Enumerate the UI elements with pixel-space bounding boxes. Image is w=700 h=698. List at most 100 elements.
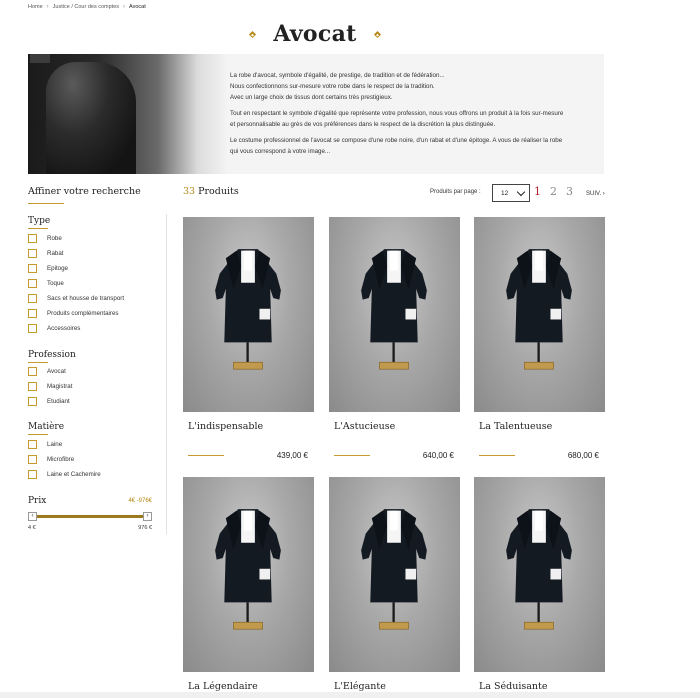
banner-description: La robe d'avocat, symbole d'égalité, de … xyxy=(230,70,590,162)
filter-option-avocat[interactable]: Avocat xyxy=(28,367,66,376)
filter-option-laine-cachemire[interactable]: Laine et Cachemire xyxy=(28,470,101,479)
checkbox[interactable] xyxy=(28,324,37,333)
product-card[interactable]: La Légendaire xyxy=(183,477,314,692)
page-link-3[interactable]: 3 xyxy=(566,185,573,198)
product-card[interactable]: L'Astucieuse 640,00 € xyxy=(329,217,460,460)
price-slider-labels: 4 € 976 € xyxy=(28,525,152,531)
filter-option-etudiant[interactable]: Etudiant xyxy=(28,397,70,406)
product-name[interactable]: La Talentueuse xyxy=(474,421,605,432)
product-count-number: 33 xyxy=(183,186,196,197)
filter-group-matiere: Matière xyxy=(28,422,65,432)
next-page-link[interactable]: SUIV. › xyxy=(586,191,605,197)
filter-option-accessoires[interactable]: Accessoires xyxy=(28,324,80,333)
product-price-row: 439,00 € xyxy=(183,451,314,460)
filter-title-underline xyxy=(28,203,64,204)
product-card[interactable]: La Séduisante xyxy=(474,477,605,692)
category-banner: La robe d'avocat, symbole d'égalité, de … xyxy=(28,54,604,174)
sidebar-divider xyxy=(166,214,167,534)
title-block: Avocat xyxy=(240,18,390,50)
gold-divider xyxy=(334,455,370,456)
page-bottom-edge xyxy=(0,692,700,698)
price-label: Prix xyxy=(28,496,47,506)
product-image[interactable] xyxy=(329,217,460,412)
robe-illustration xyxy=(215,249,281,370)
product-card[interactable]: L'indispensable 439,00 € xyxy=(183,217,314,460)
product-name[interactable]: L'Elégante xyxy=(329,681,460,692)
per-page-select[interactable]: 12 xyxy=(492,184,530,202)
product-price: 680,00 € xyxy=(567,451,599,460)
product-image[interactable] xyxy=(183,477,314,672)
product-image[interactable] xyxy=(329,477,460,672)
filter-option-rabat[interactable]: Rabat xyxy=(28,249,64,258)
filter-option-microfibre[interactable]: Microfibre xyxy=(28,455,74,464)
filter-option-magistrat[interactable]: Magistrat xyxy=(28,382,72,391)
breadcrumb-justice[interactable]: Justice / Cour des comptes xyxy=(53,4,119,10)
filter-sidebar: Affiner votre recherche Type Robe Rabat … xyxy=(28,186,158,531)
filter-option-sacs[interactable]: Sacs et housse de transport xyxy=(28,294,124,303)
breadcrumb-home[interactable]: Home xyxy=(28,4,43,10)
price-slider-max-handle[interactable]: › xyxy=(143,512,152,521)
banner-image xyxy=(28,54,228,174)
checkbox[interactable] xyxy=(28,279,37,288)
robe-collar xyxy=(46,62,136,174)
product-name[interactable]: L'Astucieuse xyxy=(329,421,460,432)
price-filter-header: Prix 4€ -976€ xyxy=(28,496,152,506)
page-title: Avocat xyxy=(273,21,357,47)
robe-illustration xyxy=(506,249,572,370)
price-min-label: 4 € xyxy=(28,525,36,531)
filter-option-produits[interactable]: Produits complémentaires xyxy=(28,309,119,318)
chevron-down-icon xyxy=(516,187,526,196)
chevron-right-icon: › xyxy=(123,4,126,10)
robe-illustration xyxy=(361,509,427,630)
filter-option-robe[interactable]: Robe xyxy=(28,234,62,243)
product-name[interactable]: L'indispensable xyxy=(183,421,314,432)
checkbox[interactable] xyxy=(28,440,37,449)
price-slider-min-handle[interactable]: ‹ xyxy=(28,512,37,521)
checkbox[interactable] xyxy=(28,294,37,303)
product-price-row: 640,00 € xyxy=(329,451,460,460)
product-count: 33 Produits xyxy=(183,186,239,197)
checkbox[interactable] xyxy=(28,397,37,406)
price-slider-track xyxy=(33,515,147,518)
gold-divider xyxy=(479,455,515,456)
breadcrumb-current: Avocat xyxy=(129,4,146,10)
product-price-row: 680,00 € xyxy=(474,451,605,460)
page-link-1[interactable]: 1 xyxy=(534,185,541,198)
checkbox[interactable] xyxy=(28,309,37,318)
filter-option-epitoge[interactable]: Epitoge xyxy=(28,264,68,273)
product-price: 439,00 € xyxy=(276,451,308,460)
product-card[interactable]: L'Elégante xyxy=(329,477,460,692)
checkbox[interactable] xyxy=(28,264,37,273)
product-image[interactable] xyxy=(474,217,605,412)
product-card[interactable]: La Talentueuse 680,00 € xyxy=(474,217,605,460)
group-underline xyxy=(28,434,48,435)
per-page-value: 12 xyxy=(501,189,509,197)
product-count-label: Produits xyxy=(198,186,239,197)
per-page-label: Produits par page : xyxy=(430,189,481,195)
price-range-text: 4€ -976€ xyxy=(128,498,152,504)
robe-illustration xyxy=(215,509,281,630)
product-name[interactable]: La Séduisante xyxy=(474,681,605,692)
filter-option-laine[interactable]: Laine xyxy=(28,440,62,449)
diamond-ornament-icon xyxy=(249,30,257,38)
banner-paragraph: La robe d'avocat, symbole d'égalité, de … xyxy=(230,72,445,101)
breadcrumb: Home › Justice / Cour des comptes › Avoc… xyxy=(28,4,146,10)
checkbox[interactable] xyxy=(28,470,37,479)
gold-divider xyxy=(188,455,224,456)
filter-group-type: Type xyxy=(28,216,51,226)
checkbox[interactable] xyxy=(28,249,37,258)
product-image[interactable] xyxy=(183,217,314,412)
robe-illustration xyxy=(361,249,427,370)
product-image[interactable] xyxy=(474,477,605,672)
price-slider[interactable]: ‹ › xyxy=(28,512,152,521)
filter-option-toque[interactable]: Toque xyxy=(28,279,64,288)
checkbox[interactable] xyxy=(28,234,37,243)
banner-paragraph: Le costume professionnel de l'avocat se … xyxy=(230,137,563,155)
checkbox[interactable] xyxy=(28,382,37,391)
page-link-2[interactable]: 2 xyxy=(550,185,557,198)
checkbox[interactable] xyxy=(28,367,37,376)
checkbox[interactable] xyxy=(28,455,37,464)
product-name[interactable]: La Légendaire xyxy=(183,681,314,692)
chevron-right-icon: › xyxy=(46,4,49,10)
diamond-ornament-icon xyxy=(373,30,381,38)
